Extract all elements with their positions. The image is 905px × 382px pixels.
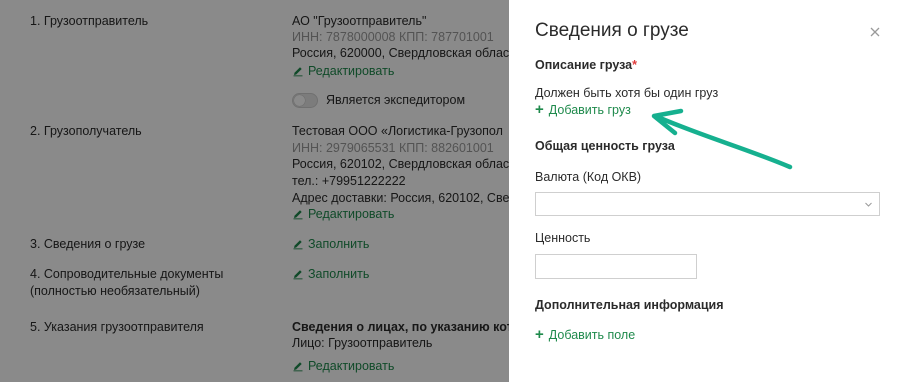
instructions-edit-label: Редактировать <box>308 359 395 373</box>
pencil-icon <box>293 240 303 250</box>
row-label-instructions: 5. Указания грузоотправителя <box>30 320 204 334</box>
plus-icon: + <box>535 101 544 118</box>
cargo-details-drawer: Сведения о грузе Описание груза* Должен … <box>509 0 905 382</box>
shipper-address: Россия, 620000, Свердловская област <box>292 46 512 60</box>
description-section-title: Описание груза* <box>535 58 637 72</box>
shipper-name: АО "Грузоотправитель" <box>292 14 427 28</box>
value-label: Ценность <box>535 231 591 245</box>
instructions-heading: Сведения о лицах, по указанию кот <box>292 320 512 334</box>
row-label-docs: 4. Сопроводительные документы <box>30 267 224 281</box>
consignee-phone: тел.: +79951222222 <box>292 174 406 188</box>
pencil-icon <box>293 362 303 372</box>
cargo-fill-label: Заполнить <box>308 237 370 251</box>
instructions-edit-link[interactable]: Редактировать <box>292 358 512 376</box>
add-field-label: Добавить поле <box>548 328 636 342</box>
description-title-text: Описание груза <box>535 58 633 72</box>
cargo-fill-link[interactable]: Заполнить <box>292 236 512 254</box>
currency-select[interactable] <box>535 192 880 216</box>
pencil-icon <box>293 270 303 280</box>
plus-icon: + <box>535 326 544 343</box>
pencil-icon <box>293 210 303 220</box>
forwarder-toggle[interactable] <box>292 93 318 108</box>
consignee-edit-label: Редактировать <box>308 207 395 221</box>
shipper-edit-link[interactable]: Редактировать <box>292 63 512 81</box>
row-label-shipper: 1. Грузоотправитель <box>30 14 149 28</box>
pencil-icon <box>293 67 303 77</box>
cargo-hint: Должен быть хотя бы один груз <box>535 86 719 100</box>
consignee-name: Тестовая ООО «Логистика-Грузопол <box>292 124 503 138</box>
row-label-cargo: 3. Сведения о грузе <box>30 237 146 251</box>
row-label-docs-note: (полностью необязательный) <box>30 284 200 298</box>
forwarder-toggle-label: Является экспедитором <box>326 93 466 107</box>
chevron-down-icon <box>865 202 872 207</box>
shipper-edit-label: Редактировать <box>308 64 395 78</box>
required-mark: * <box>632 58 638 72</box>
add-field-button[interactable]: + Добавить поле <box>535 326 636 343</box>
currency-label: Валюта (Код ОКВ) <box>535 170 642 184</box>
value-input[interactable] <box>535 254 697 279</box>
close-icon[interactable] <box>867 24 883 40</box>
total-value-section-title: Общая ценность груза <box>535 139 675 153</box>
instructions-person: Лицо: Грузоотправитель <box>292 336 433 350</box>
extra-info-section-title: Дополнительная информация <box>535 298 724 312</box>
add-cargo-label: Добавить груз <box>548 103 631 117</box>
row-label-consignee: 2. Грузополучатель <box>30 124 142 138</box>
consignee-edit-link[interactable]: Редактировать <box>292 206 512 224</box>
consignee-address: Россия, 620102, Свердловская облас <box>292 157 510 171</box>
docs-fill-label: Заполнить <box>308 267 370 281</box>
shipper-inn: ИНН: 7878000008 КПП: 787701001 <box>292 30 494 44</box>
consignee-inn: ИНН: 2979065531 КПП: 882601001 <box>292 141 494 155</box>
add-cargo-button[interactable]: + Добавить груз <box>535 101 631 118</box>
consignee-delivery: Адрес доставки: Россия, 620102, Све <box>292 191 510 205</box>
drawer-title: Сведения о грузе <box>535 20 689 41</box>
docs-fill-link[interactable]: Заполнить <box>292 266 512 284</box>
